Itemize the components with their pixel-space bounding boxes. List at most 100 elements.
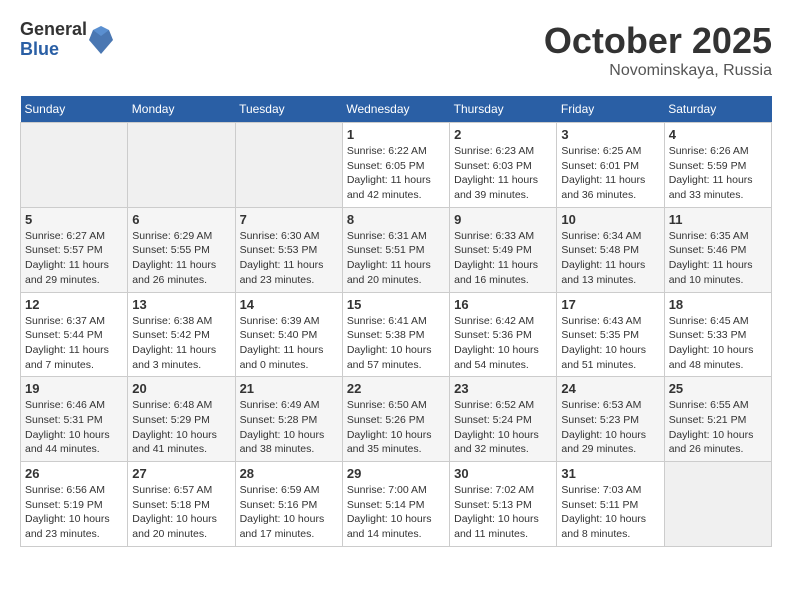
day-cell: 7Sunrise: 6:30 AM Sunset: 5:53 PM Daylig…	[235, 207, 342, 292]
day-cell: 19 Sunrise: 6:46 AM Sunset: 5:31 PM Dayli…	[21, 377, 128, 462]
day-info: Sunrise: 6:29 AM Sunset: 5:55 PM Dayligh…	[132, 229, 230, 288]
day-number: 25	[669, 381, 767, 396]
day-cell: 31Sunrise: 7:03 AM Sunset: 5:11 PM Dayli…	[557, 462, 664, 547]
day-cell: 23 Sunrise: 6:52 AM Sunset: 5:24 PM Dayli…	[450, 377, 557, 462]
page-header: General Blue October 2025 Novominskaya, …	[20, 20, 772, 80]
day-cell: 25 Sunrise: 6:55 AM Sunset: 5:21 PM Dayli…	[664, 377, 771, 462]
week-row-2: 5 Sunrise: 6:27 AM Sunset: 5:57 PM Daylig…	[21, 207, 772, 292]
day-cell: 16 Sunrise: 6:42 AM Sunset: 5:36 PM Dayli…	[450, 292, 557, 377]
day-info: Sunrise: 6:41 AM Sunset: 5:38 PM Dayligh…	[347, 314, 445, 373]
day-cell: 1 Sunrise: 6:22 AM Sunset: 6:05 PM Daylig…	[342, 123, 449, 208]
day-info: Sunrise: 6:26 AM Sunset: 5:59 PM Dayligh…	[669, 144, 767, 203]
weekday-monday: Monday	[128, 96, 235, 123]
weekday-thursday: Thursday	[450, 96, 557, 123]
week-row-5: 26Sunrise: 6:56 AM Sunset: 5:19 PM Dayli…	[21, 462, 772, 547]
day-info: Sunrise: 6:45 AM Sunset: 5:33 PM Dayligh…	[669, 314, 767, 373]
day-cell: 5 Sunrise: 6:27 AM Sunset: 5:57 PM Daylig…	[21, 207, 128, 292]
day-number: 2	[454, 127, 552, 142]
day-number: 17	[561, 297, 659, 312]
day-number: 16	[454, 297, 552, 312]
day-info: Sunrise: 6:31 AM Sunset: 5:51 PM Dayligh…	[347, 229, 445, 288]
day-cell: 15 Sunrise: 6:41 AM Sunset: 5:38 PM Dayli…	[342, 292, 449, 377]
day-info: Sunrise: 6:55 AM Sunset: 5:21 PM Dayligh…	[669, 398, 767, 457]
month-year: October 2025	[544, 20, 772, 62]
day-info: Sunrise: 6:37 AM Sunset: 5:44 PM Dayligh…	[25, 314, 123, 373]
day-number: 31	[561, 466, 659, 481]
day-cell: 27Sunrise: 6:57 AM Sunset: 5:18 PM Dayli…	[128, 462, 235, 547]
day-info: Sunrise: 6:42 AM Sunset: 5:36 PM Dayligh…	[454, 314, 552, 373]
day-info: Sunrise: 6:50 AM Sunset: 5:26 PM Dayligh…	[347, 398, 445, 457]
day-number: 13	[132, 297, 230, 312]
day-number: 5	[25, 212, 123, 227]
day-number: 27	[132, 466, 230, 481]
day-info: Sunrise: 6:56 AM Sunset: 5:19 PM Dayligh…	[25, 483, 123, 542]
day-number: 15	[347, 297, 445, 312]
day-info: Sunrise: 7:02 AM Sunset: 5:13 PM Dayligh…	[454, 483, 552, 542]
day-info: Sunrise: 6:27 AM Sunset: 5:57 PM Dayligh…	[25, 229, 123, 288]
day-info: Sunrise: 6:53 AM Sunset: 5:23 PM Dayligh…	[561, 398, 659, 457]
week-row-3: 12 Sunrise: 6:37 AM Sunset: 5:44 PM Dayli…	[21, 292, 772, 377]
day-cell: 26Sunrise: 6:56 AM Sunset: 5:19 PM Dayli…	[21, 462, 128, 547]
day-cell: 20Sunrise: 6:48 AM Sunset: 5:29 PM Dayli…	[128, 377, 235, 462]
location: Novominskaya, Russia	[544, 62, 772, 80]
day-number: 22	[347, 381, 445, 396]
day-info: Sunrise: 6:35 AM Sunset: 5:46 PM Dayligh…	[669, 229, 767, 288]
day-number: 3	[561, 127, 659, 142]
day-number: 30	[454, 466, 552, 481]
day-info: Sunrise: 6:22 AM Sunset: 6:05 PM Dayligh…	[347, 144, 445, 203]
weekday-header-row: SundayMondayTuesdayWednesdayThursdayFrid…	[21, 96, 772, 123]
week-row-1: 1 Sunrise: 6:22 AM Sunset: 6:05 PM Daylig…	[21, 123, 772, 208]
logo: General Blue	[20, 20, 113, 60]
weekday-tuesday: Tuesday	[235, 96, 342, 123]
day-cell	[128, 123, 235, 208]
day-number: 23	[454, 381, 552, 396]
day-info: Sunrise: 6:23 AM Sunset: 6:03 PM Dayligh…	[454, 144, 552, 203]
day-info: Sunrise: 6:30 AM Sunset: 5:53 PM Dayligh…	[240, 229, 338, 288]
day-info: Sunrise: 6:59 AM Sunset: 5:16 PM Dayligh…	[240, 483, 338, 542]
day-cell	[664, 462, 771, 547]
day-cell: 29Sunrise: 7:00 AM Sunset: 5:14 PM Dayli…	[342, 462, 449, 547]
day-cell: 11 Sunrise: 6:35 AM Sunset: 5:46 PM Dayli…	[664, 207, 771, 292]
day-cell	[235, 123, 342, 208]
day-info: Sunrise: 6:43 AM Sunset: 5:35 PM Dayligh…	[561, 314, 659, 373]
day-number: 8	[347, 212, 445, 227]
day-info: Sunrise: 6:34 AM Sunset: 5:48 PM Dayligh…	[561, 229, 659, 288]
day-cell: 10 Sunrise: 6:34 AM Sunset: 5:48 PM Dayli…	[557, 207, 664, 292]
day-info: Sunrise: 6:38 AM Sunset: 5:42 PM Dayligh…	[132, 314, 230, 373]
day-cell: 6 Sunrise: 6:29 AM Sunset: 5:55 PM Daylig…	[128, 207, 235, 292]
day-number: 24	[561, 381, 659, 396]
day-number: 21	[240, 381, 338, 396]
day-number: 12	[25, 297, 123, 312]
day-info: Sunrise: 6:25 AM Sunset: 6:01 PM Dayligh…	[561, 144, 659, 203]
day-number: 10	[561, 212, 659, 227]
day-number: 6	[132, 212, 230, 227]
week-row-4: 19 Sunrise: 6:46 AM Sunset: 5:31 PM Dayli…	[21, 377, 772, 462]
day-number: 14	[240, 297, 338, 312]
day-info: Sunrise: 6:49 AM Sunset: 5:28 PM Dayligh…	[240, 398, 338, 457]
day-cell: 2 Sunrise: 6:23 AM Sunset: 6:03 PM Daylig…	[450, 123, 557, 208]
day-cell: 24 Sunrise: 6:53 AM Sunset: 5:23 PM Dayli…	[557, 377, 664, 462]
day-number: 4	[669, 127, 767, 142]
day-info: Sunrise: 6:52 AM Sunset: 5:24 PM Dayligh…	[454, 398, 552, 457]
day-number: 28	[240, 466, 338, 481]
day-info: Sunrise: 6:33 AM Sunset: 5:49 PM Dayligh…	[454, 229, 552, 288]
weekday-wednesday: Wednesday	[342, 96, 449, 123]
logo-icon	[89, 26, 113, 54]
day-number: 19	[25, 381, 123, 396]
day-number: 18	[669, 297, 767, 312]
day-cell: 18 Sunrise: 6:45 AM Sunset: 5:33 PM Dayli…	[664, 292, 771, 377]
day-number: 29	[347, 466, 445, 481]
day-cell: 14Sunrise: 6:39 AM Sunset: 5:40 PM Dayli…	[235, 292, 342, 377]
day-cell: 12 Sunrise: 6:37 AM Sunset: 5:44 PM Dayli…	[21, 292, 128, 377]
day-cell: 30 Sunrise: 7:02 AM Sunset: 5:13 PM Dayli…	[450, 462, 557, 547]
day-cell: 4 Sunrise: 6:26 AM Sunset: 5:59 PM Daylig…	[664, 123, 771, 208]
day-number: 11	[669, 212, 767, 227]
day-number: 1	[347, 127, 445, 142]
day-number: 9	[454, 212, 552, 227]
day-cell: 28 Sunrise: 6:59 AM Sunset: 5:16 PM Dayli…	[235, 462, 342, 547]
day-cell: 17 Sunrise: 6:43 AM Sunset: 5:35 PM Dayli…	[557, 292, 664, 377]
weekday-sunday: Sunday	[21, 96, 128, 123]
title-block: October 2025 Novominskaya, Russia	[544, 20, 772, 80]
day-cell: 21 Sunrise: 6:49 AM Sunset: 5:28 PM Dayli…	[235, 377, 342, 462]
day-info: Sunrise: 6:46 AM Sunset: 5:31 PM Dayligh…	[25, 398, 123, 457]
